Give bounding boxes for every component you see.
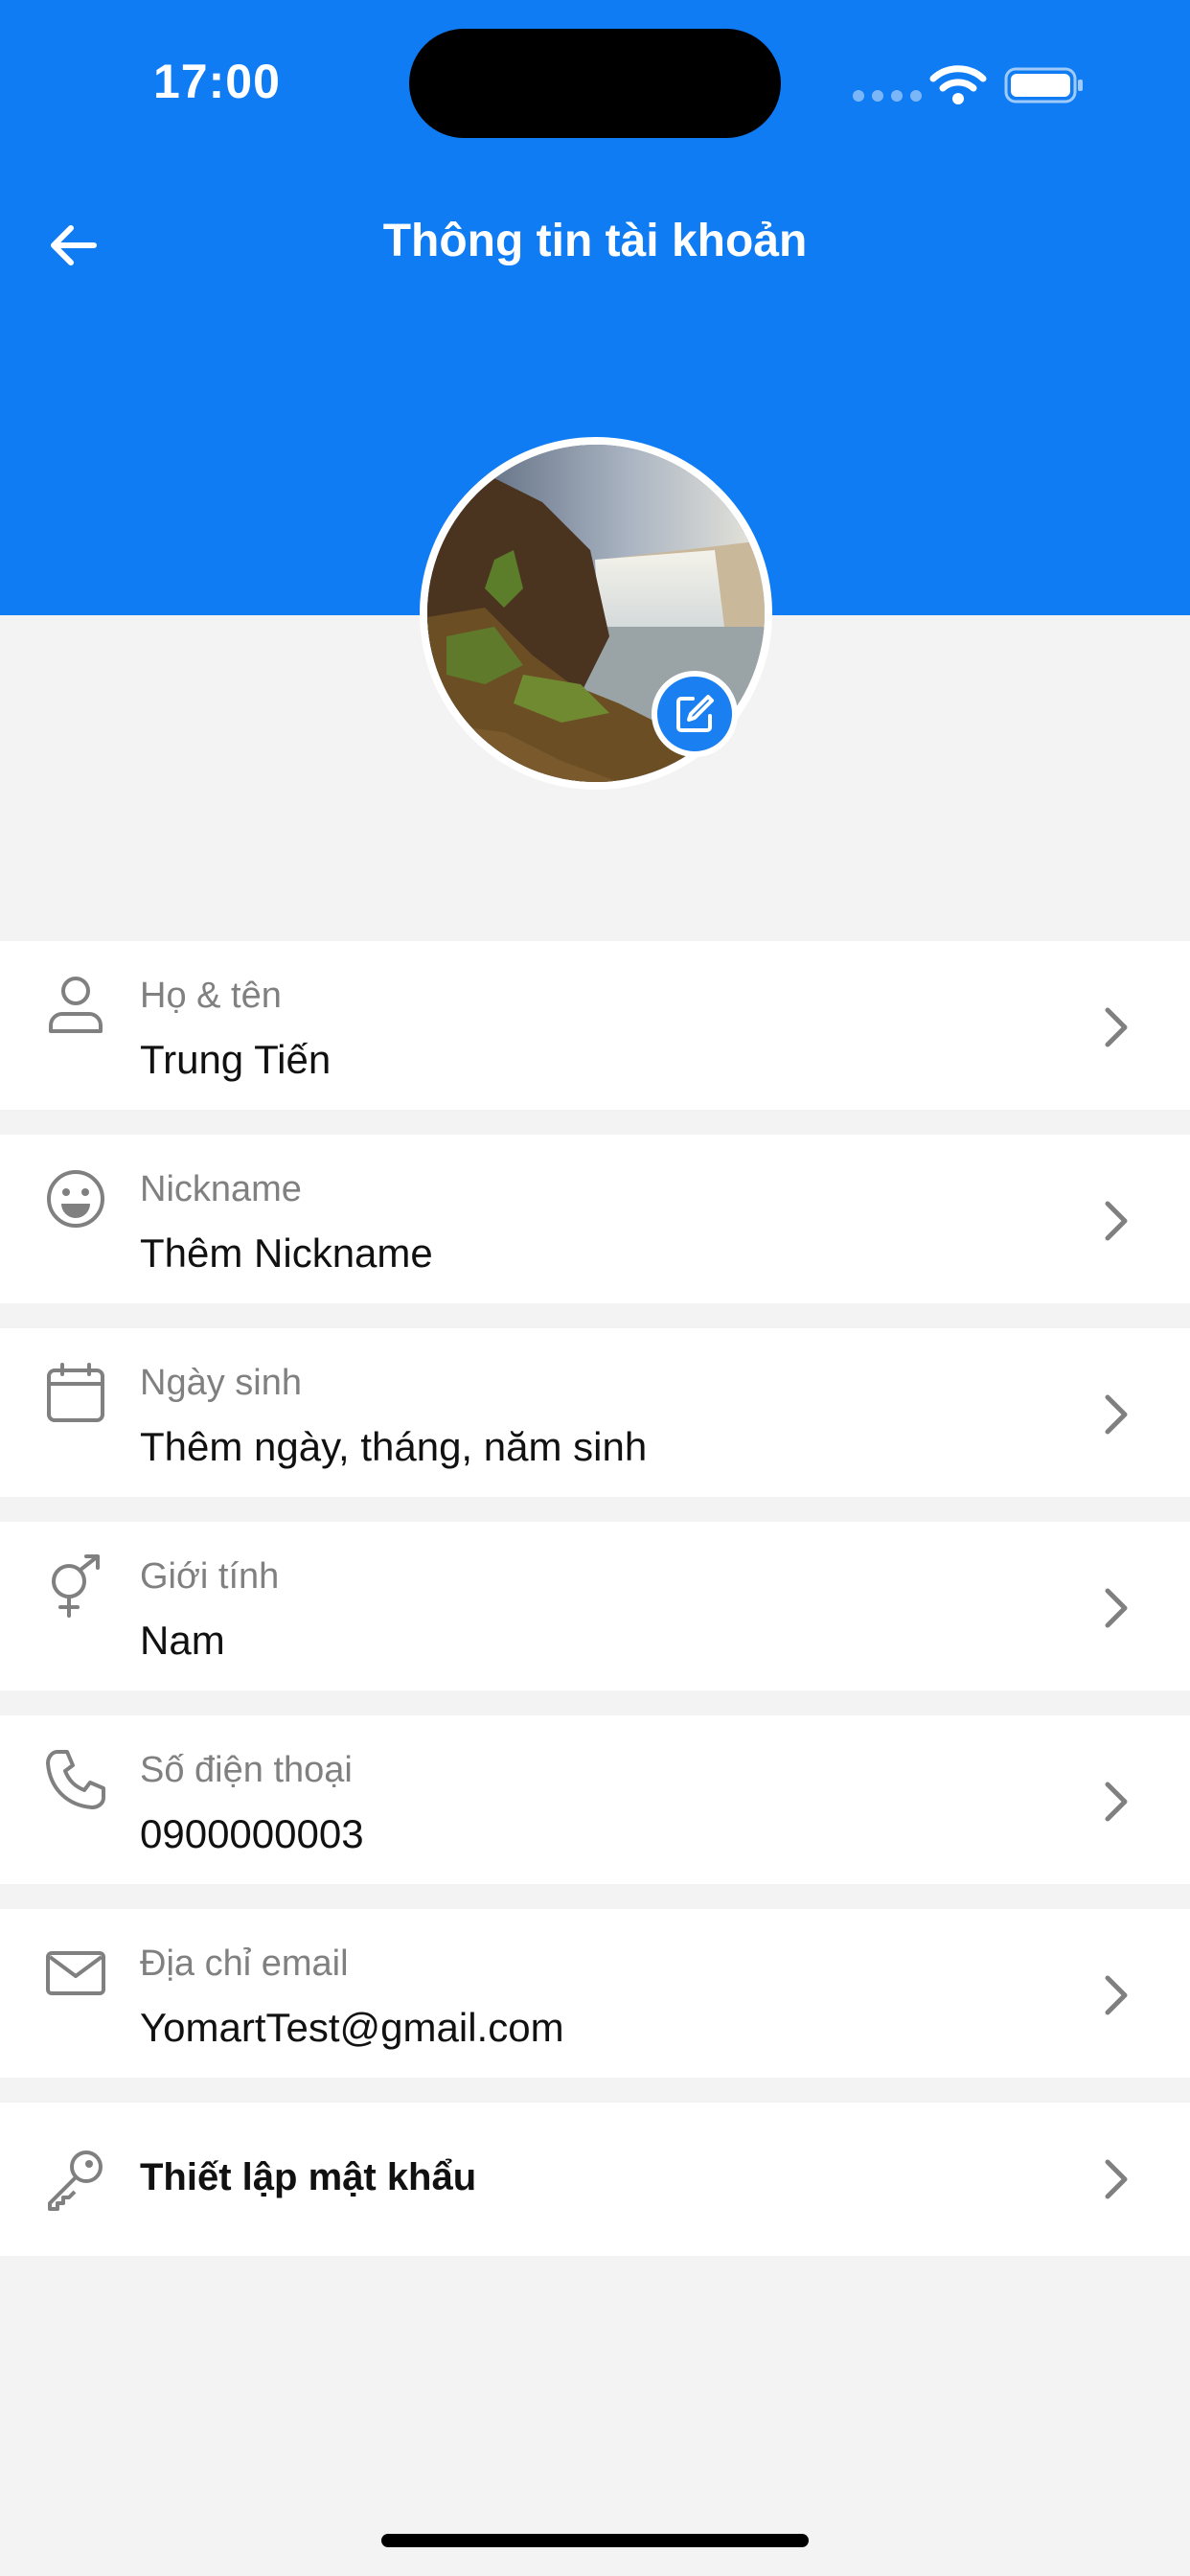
row-value: Nam (140, 1618, 225, 1663)
row-label: Ngày sinh (140, 1363, 302, 1403)
chevron-right-icon (1105, 1201, 1128, 1241)
row-value: Thiết lập mật khẩu (140, 2156, 477, 2198)
row-label: Giới tính (140, 1556, 280, 1597)
gender-icon (52, 1554, 100, 1618)
signal-icon (853, 90, 922, 102)
chevron-right-icon (1105, 1975, 1128, 2015)
row-nickname[interactable]: Nickname Thêm Nickname (0, 1135, 1190, 1303)
edit-icon (676, 695, 714, 732)
calendar-icon (47, 1363, 104, 1422)
edit-avatar-button[interactable] (652, 671, 738, 757)
dynamic-island (409, 29, 781, 138)
row-birthday[interactable]: Ngày sinh Thêm ngày, tháng, năm sinh (0, 1328, 1190, 1497)
row-label: Địa chỉ email (140, 1944, 349, 1984)
row-label: Nickname (140, 1169, 302, 1209)
wifi-icon (929, 65, 987, 104)
chevron-right-icon (1105, 1007, 1128, 1047)
row-full-name[interactable]: Họ & tên Trung Tiến (0, 941, 1190, 1110)
chevron-right-icon (1105, 1782, 1128, 1822)
chevron-right-icon (1105, 2159, 1128, 2199)
chevron-right-icon (1105, 1588, 1128, 1628)
row-email[interactable]: Địa chỉ email YomartTest@gmail.com (0, 1909, 1190, 2078)
row-value: Trung Tiến (140, 1037, 332, 1082)
row-value: 0900000003 (140, 1811, 364, 1856)
phone-icon (46, 1750, 105, 1809)
row-set-password[interactable]: Thiết lập mật khẩu (0, 2103, 1190, 2256)
row-value: Thêm Nickname (140, 1230, 433, 1276)
row-value: YomartTest@gmail.com (140, 2005, 564, 2050)
person-icon (49, 977, 103, 1033)
status-time: 17:00 (153, 55, 281, 108)
mail-icon (46, 1951, 105, 1995)
row-label: Họ & tên (140, 976, 282, 1016)
key-icon (48, 2150, 103, 2211)
row-phone[interactable]: Số điện thoại 0900000003 (0, 1715, 1190, 1884)
account-info-list: Họ & tên Trung Tiến Nickname Thêm Nickna… (0, 941, 1190, 2256)
chevron-right-icon (1105, 1394, 1128, 1435)
smile-icon (47, 1170, 104, 1228)
battery-icon (1004, 67, 1083, 104)
row-label: Số điện thoại (140, 1750, 353, 1790)
home-indicator (381, 2534, 809, 2547)
row-value: Thêm ngày, tháng, năm sinh (140, 1424, 648, 1469)
page-title: Thông tin tài khoản (382, 216, 808, 266)
row-gender[interactable]: Giới tính Nam (0, 1522, 1190, 1690)
